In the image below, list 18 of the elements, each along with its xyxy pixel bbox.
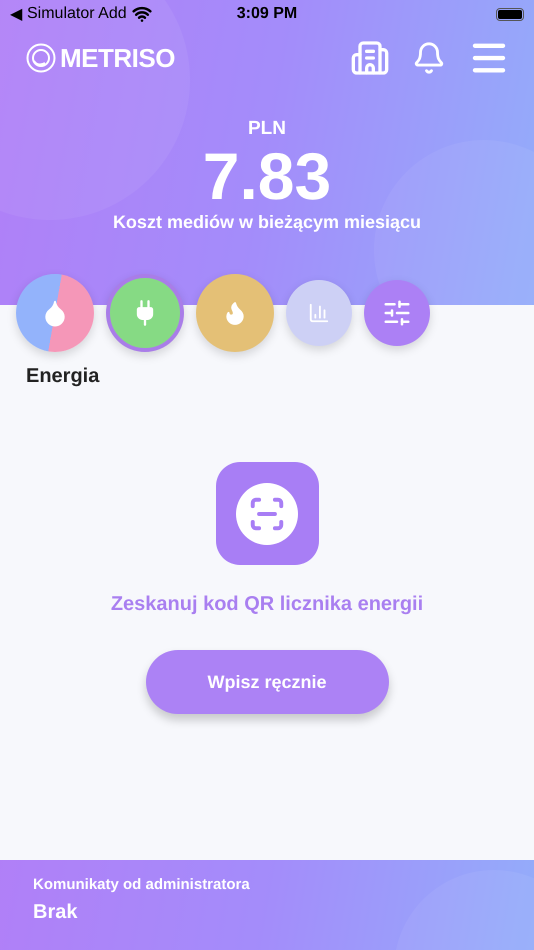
- footer-message: Brak: [33, 901, 78, 924]
- scan-button[interactable]: [216, 462, 318, 565]
- notifications-icon[interactable]: [412, 41, 446, 75]
- section-title: Energia: [26, 365, 100, 388]
- battery-icon: [496, 8, 524, 20]
- cost-caption: Koszt mediów w bieżącym miesiącu: [112, 212, 422, 233]
- status-time: 3:09 PM: [236, 5, 298, 23]
- logo-icon: [26, 43, 56, 73]
- scan-hint: Zeskanuj kod QR licznika energii: [110, 593, 424, 616]
- sliders-icon: [382, 298, 412, 328]
- bar-chart-icon: [308, 302, 330, 324]
- cost-amount: 7.83: [202, 140, 332, 212]
- footer-title: Komunikaty od administratora: [33, 876, 251, 893]
- back-indicator[interactable]: ◀: [10, 4, 22, 24]
- currency-label: PLN: [248, 118, 286, 140]
- carrier-label: Simulator Add: [27, 5, 127, 23]
- wifi-icon: [132, 4, 152, 24]
- logo-text: METRISO: [60, 42, 175, 74]
